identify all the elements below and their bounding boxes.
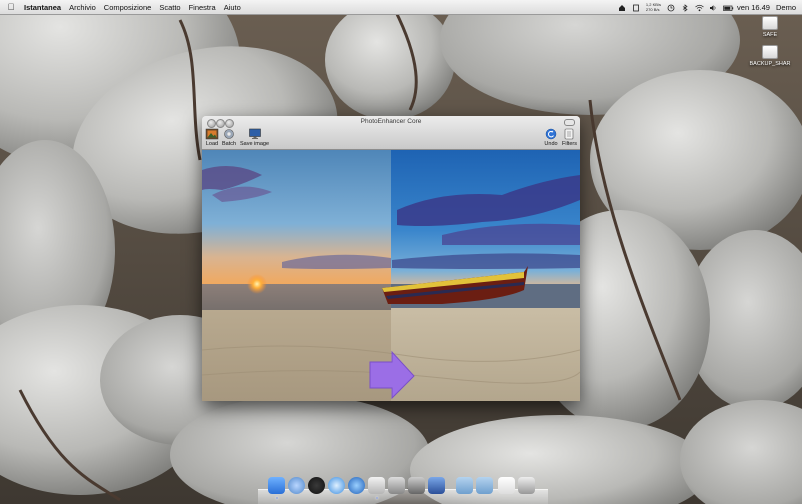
bluetooth-icon[interactable] <box>681 3 689 12</box>
trash-icon[interactable] <box>518 477 535 494</box>
menu-finestra[interactable]: Finestra <box>189 3 216 12</box>
window-titlebar[interactable]: PhotoEnhancer Core Load Batch Save image… <box>202 116 580 150</box>
menu-scatto[interactable]: Scatto <box>159 3 180 12</box>
wifi-icon[interactable] <box>695 4 704 12</box>
undo-label: Undo <box>544 141 558 147</box>
drive-label: SAFE <box>762 32 778 38</box>
drive-label: BACKUP_SHAR <box>749 61 791 67</box>
time-machine-icon[interactable] <box>667 4 675 12</box>
mail-icon[interactable] <box>288 477 305 494</box>
menu-bar:  Istantanea Archivio Composizione Scatt… <box>0 0 802 15</box>
running-indicator <box>376 497 378 499</box>
safari-icon[interactable] <box>328 477 345 494</box>
gear-icon <box>222 128 236 140</box>
batch-label: Batch <box>222 141 237 147</box>
running-indicator <box>276 497 278 499</box>
hard-drive-icon <box>762 45 778 59</box>
preview-icon[interactable] <box>368 477 385 494</box>
apple-menu-icon[interactable]:  <box>6 2 16 12</box>
batch-button[interactable]: Batch <box>222 128 236 147</box>
iphoto-icon[interactable] <box>388 477 405 494</box>
clipboard-icon[interactable] <box>632 4 640 12</box>
photoenhancer-window: PhotoEnhancer Core Load Batch Save image… <box>202 116 580 401</box>
desktop-drive-safe[interactable]: SAFE <box>746 16 794 38</box>
dashboard-icon[interactable] <box>308 477 325 494</box>
save-image-label: Save image <box>240 141 270 147</box>
dock <box>258 473 548 504</box>
sun <box>247 274 267 294</box>
monitor-icon <box>248 128 262 140</box>
network-monitor[interactable]: 1,2 KB/s 270 B/s <box>645 2 661 12</box>
system-preferences-icon[interactable] <box>408 477 425 494</box>
menu-extras: 1,2 KB/s 270 B/s ven 16.49 Demo <box>618 0 796 15</box>
filters-icon <box>562 128 576 140</box>
menu-user[interactable]: Demo <box>776 3 796 12</box>
menu-aiuto[interactable]: Aiuto <box>224 3 241 12</box>
finder-icon[interactable] <box>268 477 285 494</box>
load-icon <box>205 128 219 140</box>
volume-icon[interactable] <box>709 4 717 12</box>
document-icon[interactable] <box>498 477 515 494</box>
menu-app-name[interactable]: Istantanea <box>24 3 61 12</box>
menu-archivio[interactable]: Archivio <box>69 3 96 12</box>
home-icon[interactable] <box>618 4 626 12</box>
menu-composizione[interactable]: Composizione <box>104 3 152 12</box>
filters-button[interactable]: Filters <box>562 128 577 147</box>
xcode-icon[interactable] <box>428 477 445 494</box>
desktop-drive-backup[interactable]: BACKUP_SHAR <box>746 45 794 67</box>
photo-canvas[interactable] <box>202 150 580 401</box>
itunes-icon[interactable] <box>348 477 365 494</box>
undo-button[interactable]: Undo <box>544 128 558 147</box>
toolbar-toggle-button[interactable] <box>564 119 575 126</box>
battery-icon[interactable] <box>723 4 734 12</box>
load-button[interactable]: Load <box>205 128 219 147</box>
window-title: PhotoEnhancer Core <box>360 118 422 125</box>
undo-icon <box>544 128 558 140</box>
filters-label: Filters <box>562 141 577 147</box>
documents-folder-icon[interactable] <box>476 477 493 494</box>
save-image-button[interactable]: Save image <box>240 128 269 147</box>
hard-drive-icon <box>762 16 778 30</box>
network-down: 270 B/s <box>645 6 660 12</box>
load-label: Load <box>205 141 219 147</box>
menu-clock[interactable]: ven 16.49 <box>737 3 770 12</box>
applications-folder-icon[interactable] <box>456 477 473 494</box>
